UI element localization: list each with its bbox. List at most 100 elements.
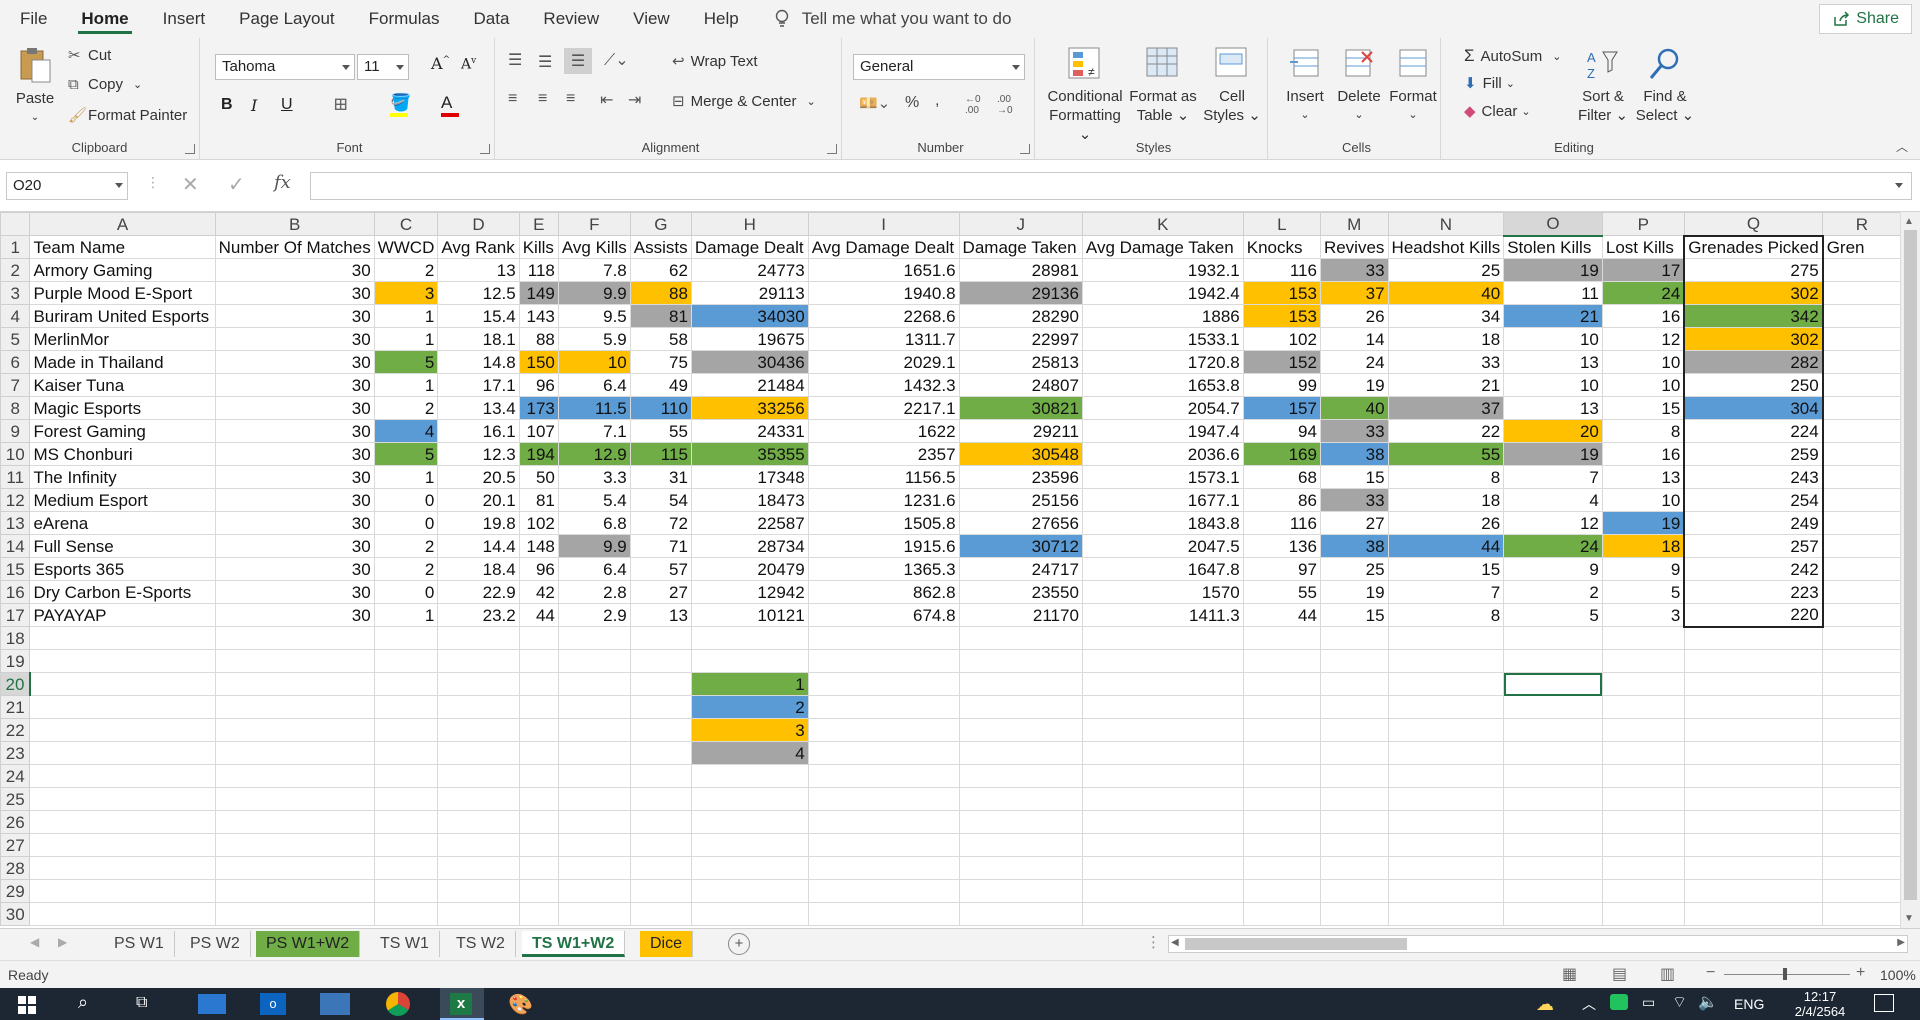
cell-P14[interactable]: 18 bbox=[1601, 534, 1685, 558]
cell-O25[interactable] bbox=[1503, 787, 1603, 811]
cell-B6[interactable]: 30 bbox=[214, 350, 375, 374]
cell-N17[interactable]: 8 bbox=[1387, 603, 1505, 627]
delete-cells-button[interactable]: Delete ⌄ bbox=[1333, 46, 1385, 125]
cell-O23[interactable] bbox=[1503, 741, 1603, 765]
cell-H29[interactable] bbox=[690, 879, 809, 903]
paste-button[interactable]: Paste ⌄ bbox=[10, 46, 60, 127]
cell-J2[interactable]: 28981 bbox=[958, 258, 1083, 282]
cell-R20[interactable] bbox=[1822, 672, 1902, 696]
cell-N22[interactable] bbox=[1387, 718, 1505, 742]
prev-sheet-icon[interactable]: ◀ bbox=[30, 935, 39, 949]
cell-C13[interactable]: 0 bbox=[373, 511, 439, 535]
cell-P4[interactable]: 16 bbox=[1601, 304, 1685, 328]
cell-B3[interactable]: 30 bbox=[214, 281, 375, 305]
cell-H10[interactable]: 35355 bbox=[690, 442, 809, 466]
cell-O19[interactable] bbox=[1503, 649, 1603, 673]
row-header-15[interactable]: 15 bbox=[0, 557, 31, 581]
cell-L27[interactable] bbox=[1242, 833, 1321, 857]
cell-H19[interactable] bbox=[690, 649, 809, 673]
cell-L17[interactable]: 44 bbox=[1242, 603, 1321, 627]
cell-N2[interactable]: 25 bbox=[1387, 258, 1505, 282]
cell-E12[interactable]: 81 bbox=[518, 488, 559, 512]
cell-J18[interactable] bbox=[958, 626, 1083, 650]
cell-P28[interactable] bbox=[1601, 856, 1685, 880]
cell-L11[interactable]: 68 bbox=[1242, 465, 1321, 489]
font-name-select[interactable]: Tahoma bbox=[215, 54, 355, 80]
cell-G9[interactable]: 55 bbox=[629, 419, 692, 443]
align-center-icon[interactable]: ≡ bbox=[538, 90, 547, 108]
cell-J26[interactable] bbox=[958, 810, 1083, 834]
cell-J12[interactable]: 25156 bbox=[958, 488, 1083, 512]
cell-L25[interactable] bbox=[1242, 787, 1321, 811]
cell-I30[interactable] bbox=[807, 902, 960, 926]
format-as-table-button[interactable]: Format as Table ⌄ bbox=[1128, 46, 1198, 125]
cell-A2[interactable]: Armory Gaming bbox=[29, 258, 216, 282]
cell-P17[interactable]: 3 bbox=[1601, 603, 1685, 627]
cell-M27[interactable] bbox=[1319, 833, 1389, 857]
cell-D5[interactable]: 18.1 bbox=[437, 327, 520, 351]
cell-N8[interactable]: 37 bbox=[1387, 396, 1505, 420]
cell-J1[interactable]: Damage Taken bbox=[958, 235, 1083, 259]
cell-R5[interactable] bbox=[1822, 327, 1902, 351]
cell-O4[interactable]: 21 bbox=[1503, 304, 1603, 328]
cell-D30[interactable] bbox=[437, 902, 520, 926]
worksheet-grid[interactable]: ABCDEFGHIJKLMNOPQR 1 Team Name Number Of M… bbox=[0, 212, 1920, 928]
cell-I15[interactable]: 1365.3 bbox=[807, 557, 960, 581]
cell-H15[interactable]: 20479 bbox=[690, 557, 809, 581]
cell-F7[interactable]: 6.4 bbox=[557, 373, 631, 397]
cell-P1[interactable]: Lost Kills bbox=[1601, 235, 1685, 259]
cell-I12[interactable]: 1231.6 bbox=[807, 488, 960, 512]
cell-D17[interactable]: 23.2 bbox=[437, 603, 520, 627]
cell-E10[interactable]: 194 bbox=[518, 442, 559, 466]
menu-tab-page-layout[interactable]: Page Layout bbox=[222, 0, 351, 38]
cell-M12[interactable]: 33 bbox=[1319, 488, 1389, 512]
cell-G14[interactable]: 71 bbox=[629, 534, 692, 558]
cell-O11[interactable]: 7 bbox=[1503, 465, 1603, 489]
cell-C24[interactable] bbox=[373, 764, 439, 788]
cell-O12[interactable]: 4 bbox=[1503, 488, 1603, 512]
cell-E1[interactable]: Kills bbox=[518, 235, 559, 259]
cell-D27[interactable] bbox=[437, 833, 520, 857]
cell-H13[interactable]: 22587 bbox=[690, 511, 809, 535]
cell-I7[interactable]: 1432.3 bbox=[807, 373, 960, 397]
cell-I28[interactable] bbox=[807, 856, 960, 880]
cell-P23[interactable] bbox=[1601, 741, 1685, 765]
cell-R22[interactable] bbox=[1822, 718, 1902, 742]
cell-L6[interactable]: 152 bbox=[1242, 350, 1321, 374]
cell-R9[interactable] bbox=[1822, 419, 1902, 443]
cell-N16[interactable]: 7 bbox=[1387, 580, 1505, 604]
cell-Q15[interactable]: 242 bbox=[1683, 557, 1824, 581]
cell-K30[interactable] bbox=[1081, 902, 1244, 926]
cell-B1[interactable]: Number Of Matches bbox=[214, 235, 375, 259]
cell-N11[interactable]: 8 bbox=[1387, 465, 1505, 489]
cell-K4[interactable]: 1886 bbox=[1081, 304, 1244, 328]
cell-L29[interactable] bbox=[1242, 879, 1321, 903]
cell-N26[interactable] bbox=[1387, 810, 1505, 834]
cell-O21[interactable] bbox=[1503, 695, 1603, 719]
row-header-10[interactable]: 10 bbox=[0, 442, 31, 466]
decrease-indent-icon[interactable]: ⇤ bbox=[600, 90, 613, 110]
cell-R16[interactable] bbox=[1822, 580, 1902, 604]
cell-I4[interactable]: 2268.6 bbox=[807, 304, 960, 328]
cell-Q16[interactable]: 223 bbox=[1683, 580, 1824, 604]
cell-C14[interactable]: 2 bbox=[373, 534, 439, 558]
cell-H25[interactable] bbox=[690, 787, 809, 811]
row-header-24[interactable]: 24 bbox=[0, 764, 31, 788]
cell-M26[interactable] bbox=[1319, 810, 1389, 834]
cell-L16[interactable]: 55 bbox=[1242, 580, 1321, 604]
row-header-16[interactable]: 16 bbox=[0, 580, 31, 604]
cell-C5[interactable]: 1 bbox=[373, 327, 439, 351]
cell-K7[interactable]: 1653.8 bbox=[1081, 373, 1244, 397]
cell-N15[interactable]: 15 bbox=[1387, 557, 1505, 581]
cell-I25[interactable] bbox=[807, 787, 960, 811]
cell-C20[interactable] bbox=[373, 672, 439, 696]
menu-tab-view[interactable]: View bbox=[616, 0, 687, 38]
cell-N6[interactable]: 33 bbox=[1387, 350, 1505, 374]
cell-A12[interactable]: Medium Esport bbox=[29, 488, 216, 512]
cell-G16[interactable]: 27 bbox=[629, 580, 692, 604]
cell-R8[interactable] bbox=[1822, 396, 1902, 420]
cell-E28[interactable] bbox=[518, 856, 559, 880]
cell-O2[interactable]: 19 bbox=[1503, 258, 1603, 282]
legend-cell-1[interactable]: 1 bbox=[690, 672, 809, 696]
cell-G5[interactable]: 58 bbox=[629, 327, 692, 351]
